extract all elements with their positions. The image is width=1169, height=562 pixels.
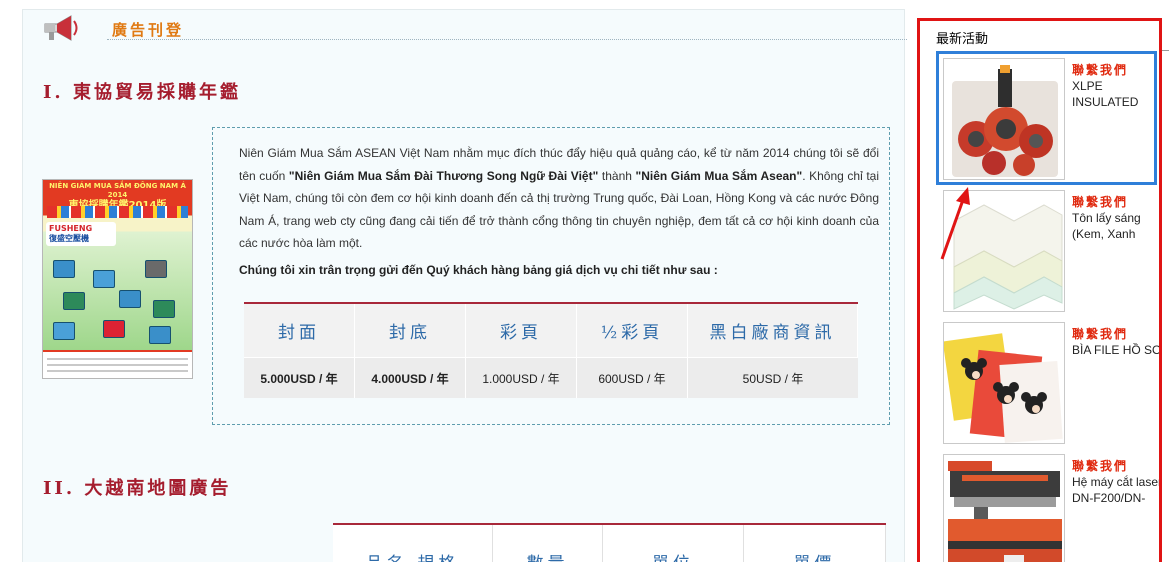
- cover-flags: [47, 206, 188, 218]
- intro-paragraph: Niên Giám Mua Sắm ASEAN Việt Nam nhằm mụ…: [239, 146, 880, 250]
- map-ad-table: 品名-規格 數量 單位 單價: [333, 523, 886, 562]
- map-ad-header-cell: 數量: [493, 525, 603, 562]
- cover-brand: FUSHENG 復盛空壓機: [46, 222, 116, 246]
- main-content-panel: 廣告刊登 I. 東協貿易採購年鑑 NIÊN GIÁM MUA SẮM ĐÔNG …: [22, 9, 907, 562]
- heading-map-ad: II. 大越南地圖廣告: [43, 478, 232, 499]
- yearbook-cover-image[interactable]: NIÊN GIÁM MUA SẮM ĐÔNG NAM Á 2014 東協採購年鑑…: [42, 179, 193, 379]
- header-divider: [107, 39, 907, 40]
- map-ad-header-cell: 品名-規格: [333, 525, 493, 562]
- price-header-cell: 封底: [355, 304, 466, 358]
- megaphone-icon: [39, 12, 81, 46]
- section-header: 廣告刊登: [37, 10, 907, 46]
- price-header-cell: 封面: [244, 304, 355, 358]
- price-value-cell: 1.000USD / 年: [466, 358, 577, 398]
- price-value-cell: 4.000USD / 年: [355, 358, 466, 398]
- intro-subtitle: Chúng tôi xin trân trọng gửi đến Quý khá…: [239, 263, 718, 277]
- price-header-cell: 黑白廠商資訊: [688, 304, 858, 358]
- price-value-cell: 600USD / 年: [577, 358, 688, 398]
- intro-box: Niên Giám Mua Sắm ASEAN Việt Nam nhằm mụ…: [212, 127, 890, 425]
- cover-footer: [43, 350, 192, 378]
- map-ad-header-cell: 單價: [744, 525, 886, 562]
- red-arrow-icon: [940, 187, 970, 260]
- price-table: 封面 封底 彩頁 ½彩頁 黑白廠商資訊 5.000USD / 年 4.000US…: [244, 302, 858, 398]
- price-value-cell: 50USD / 年: [688, 358, 858, 398]
- price-header-cell: ½彩頁: [577, 304, 688, 358]
- map-ad-header-cell: 單位: [603, 525, 744, 562]
- price-header-cell: 彩頁: [466, 304, 577, 358]
- price-value-cell: 5.000USD / 年: [244, 358, 355, 398]
- heading-yearbook: I. 東協貿易採購年鑑: [43, 82, 241, 103]
- cover-machines: [53, 260, 183, 345]
- section-title: 廣告刊登: [112, 21, 185, 39]
- highlight-box-red: [917, 18, 1162, 562]
